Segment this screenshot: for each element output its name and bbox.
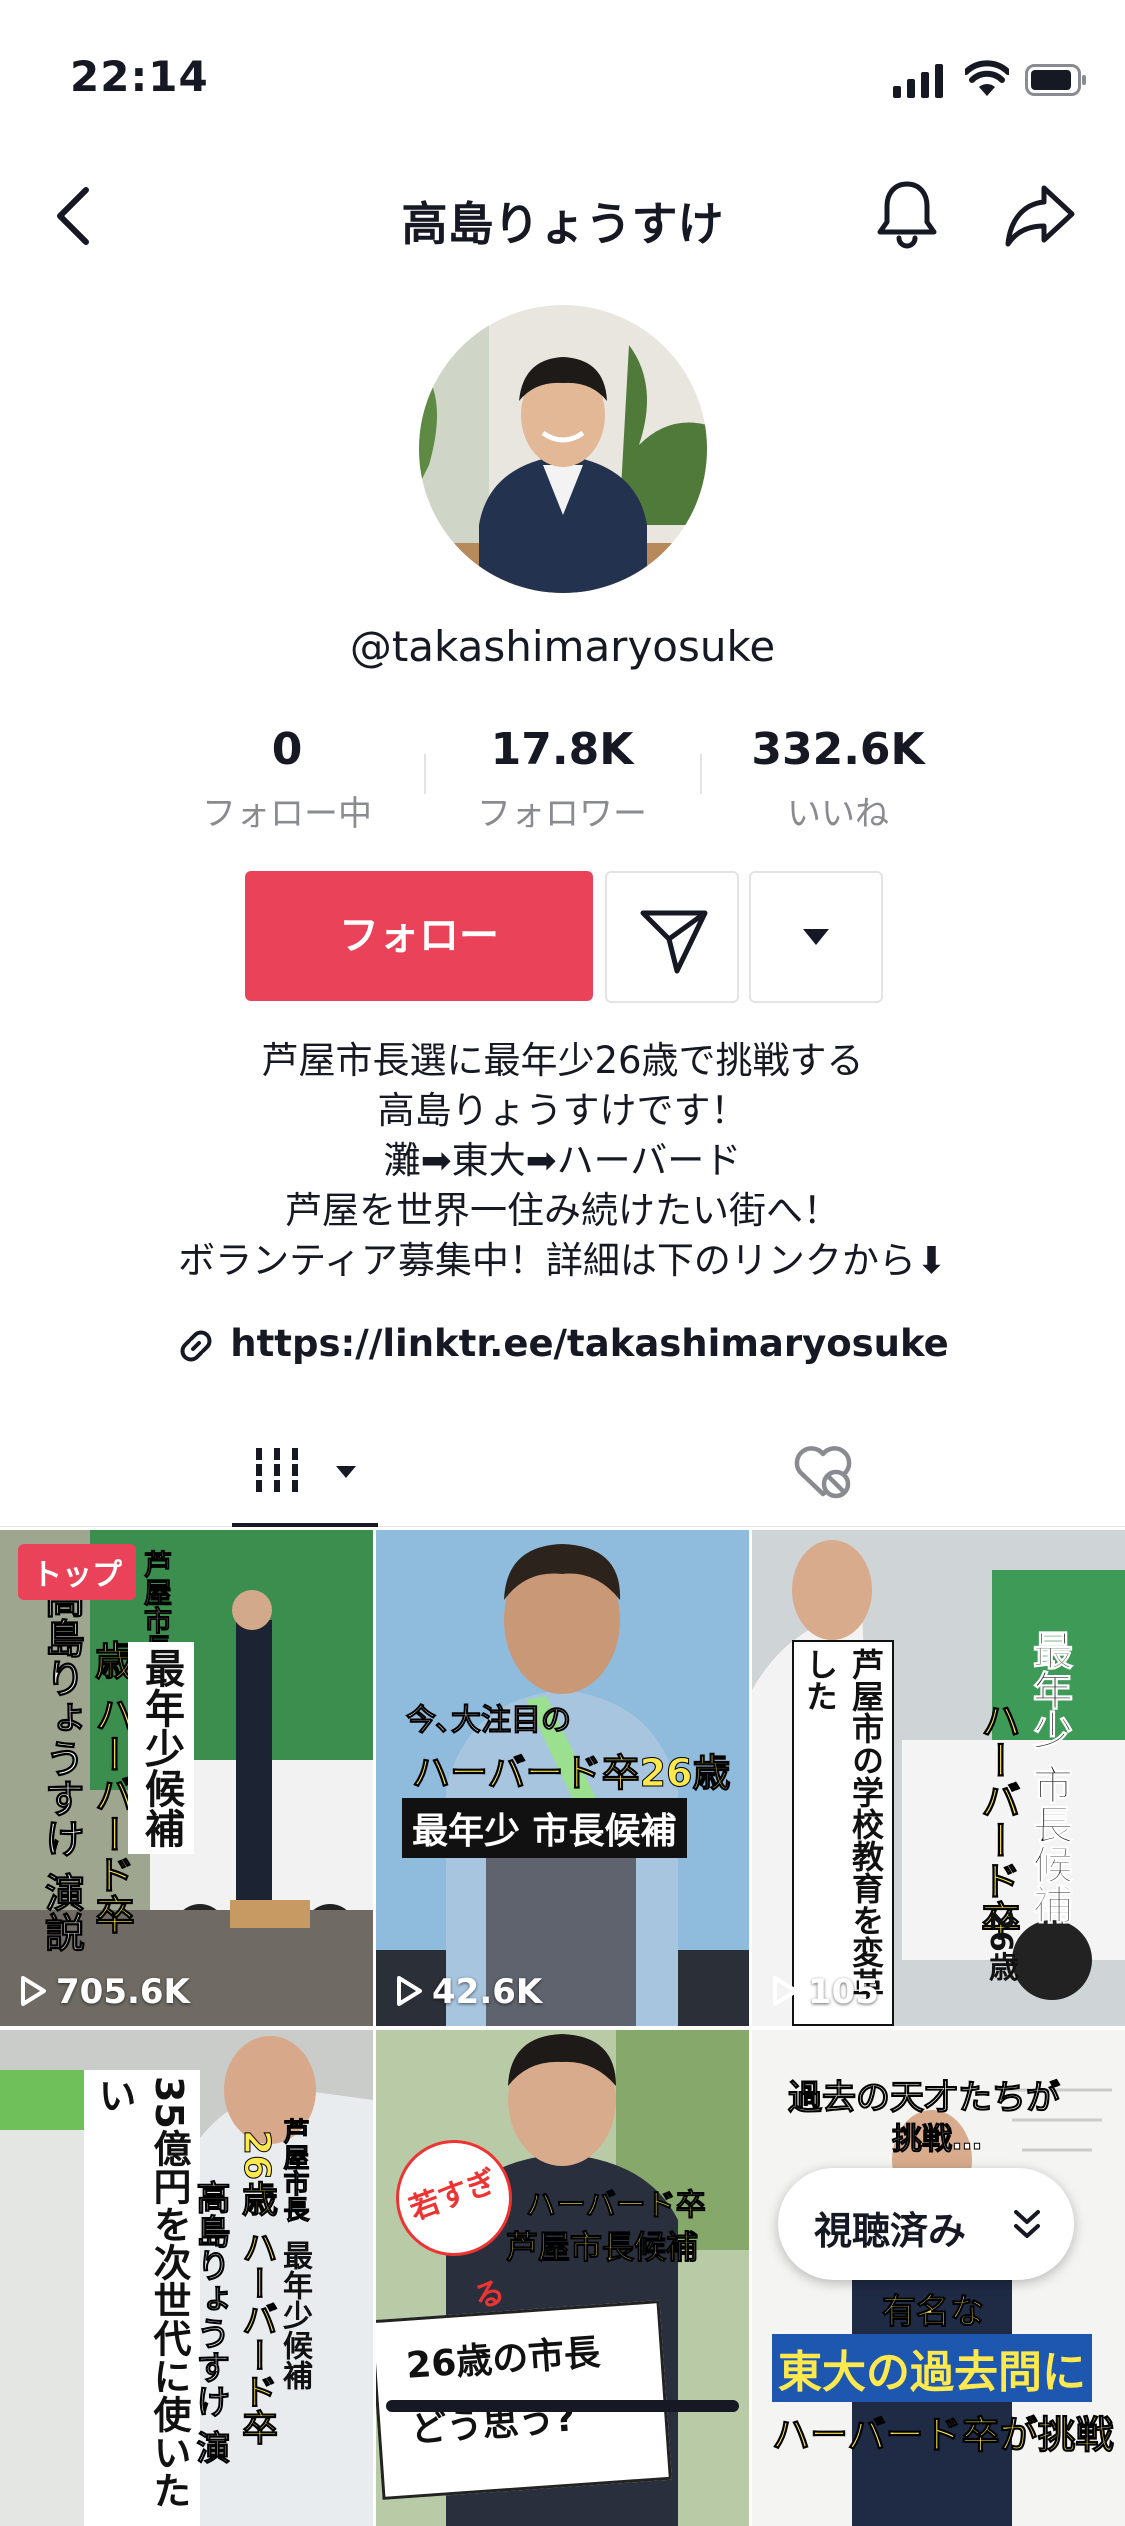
suggested-accounts-button[interactable] (749, 871, 883, 1003)
tab-active-indicator (232, 1523, 378, 1527)
view-count-value: 705.6K (56, 1972, 190, 2012)
status-time: 22:14 (70, 52, 209, 101)
bio-line: ボランティア募集中！詳細は下のリンクから⬇ (178, 1239, 947, 1282)
overlay-text: 東大の過去問に (772, 2334, 1092, 2402)
view-count: 705.6K (18, 1972, 190, 2012)
bio-link[interactable]: https://linktr.ee/takashimaryosuke (0, 1322, 1125, 1366)
page-title: 高島りょうすけ (401, 197, 724, 251)
video-thumbnail[interactable]: 若すぎる ハーバード卒 芦屋市長候補 26歳の市長 どう思う? (376, 2030, 749, 2526)
play-icon (397, 1976, 422, 2006)
caret-down-icon (803, 929, 829, 945)
battery-icon (1025, 64, 1086, 96)
stat-label: いいね (787, 794, 889, 834)
overlay-text: 35億円を次世代に使いたい (84, 2070, 200, 2526)
profile-stats: 0 フォロー中 17.8K フォロワー 332.6K いいね (0, 720, 1125, 840)
share-icon[interactable] (1004, 182, 1076, 248)
bell-icon[interactable] (874, 178, 940, 250)
stat-label: フォロワー (477, 794, 647, 834)
view-count: 42.6K (394, 1972, 542, 2012)
overlay-text: ハーバード卒 (526, 2188, 707, 2224)
bio-line: 灘➡東大➡ハーバード (383, 1139, 742, 1182)
liked-videos-hidden-icon[interactable] (790, 1440, 856, 1502)
bio-link-text: https://linktr.ee/takashimaryosuke (230, 1322, 949, 1365)
message-button[interactable] (605, 871, 739, 1003)
overlay-text: 最年少 市長候補 (402, 1798, 687, 1858)
cellular-signal-icon (893, 64, 943, 98)
view-count-value: 105 (808, 1972, 879, 2012)
watched-filter-button[interactable]: 視聴済み (778, 2168, 1074, 2280)
stat-following[interactable]: 0 フォロー中 (157, 720, 417, 835)
wifi-icon (965, 60, 1009, 96)
overlay-text: どう思う? (409, 2398, 577, 2451)
overlay-text: 最年少候補 (277, 2240, 312, 2390)
profile-handle: @takashimaryosuke (349, 622, 776, 671)
video-thumbnail[interactable]: 芦屋市の学校教育を変革した 最年少 市長候補 ハーバード卒 26歳 105 (752, 1530, 1125, 2026)
bio-line: 芦屋を世界一住み続けたい街へ！ (285, 1189, 840, 1232)
view-count-value: 42.6K (432, 1972, 543, 2012)
stat-divider (424, 754, 426, 794)
status-bar: 22:14 (0, 0, 1125, 150)
follow-button[interactable]: フォロー (245, 871, 593, 1001)
overlay-text: 有名な (882, 2292, 985, 2333)
stat-divider (700, 754, 702, 794)
view-count: 105 (770, 1972, 879, 2012)
avatar-photo (419, 305, 707, 593)
overlay-text: ハーバード卒 (974, 1700, 1021, 1941)
video-thumbnail[interactable]: 高島りょうすけ 演説 歳 ハーバード卒 芦屋市長 最年少候補 トップ 705.6… (0, 1530, 373, 2026)
overlay-text: 芦屋市の学校教育を変革した (792, 1640, 894, 2026)
overlay-text: 今､大注目の (406, 1703, 572, 1739)
video-thumbnail[interactable]: 今､大注目の ハーバード卒26歳 最年少 市長候補 42.6K (376, 1530, 749, 2026)
overlay-text: 過去の天才たちが (788, 2078, 1061, 2119)
profile-header: 高島りょうすけ (0, 160, 1125, 270)
overlay-text: 26歳 (983, 1910, 1018, 1982)
overlay-text: 最年少 市長候補 (1026, 1630, 1073, 1925)
pinned-top-badge: トップ (18, 1544, 136, 1600)
bio-line: 芦屋市長選に最年少26歳で挑戦する (261, 1039, 864, 1082)
stat-likes[interactable]: 332.6K いいね (708, 720, 968, 835)
bio-line: 高島りょうすけです！ (377, 1089, 748, 1132)
avatar[interactable] (419, 305, 707, 593)
overlay-text: 芦屋市長候補 (505, 2228, 699, 2267)
overlay-text: ハーバード卒が挑戦 (772, 2413, 1115, 2458)
stat-value: 332.6K (751, 724, 925, 775)
profile-bio: 芦屋市長選に最年少26歳で挑戦する 高島りょうすけです！ 灘➡東大➡ハーバード … (60, 1036, 1065, 1286)
videos-grid-icon (250, 1448, 356, 1492)
play-icon (21, 1976, 46, 2006)
watched-label: 視聴済み (814, 2209, 967, 2253)
double-chevron-down-icon (1014, 2210, 1040, 2238)
play-icon (773, 1976, 798, 2006)
overlay-text: 高島りょうすけ 演 (190, 2180, 231, 2465)
overlay-text: 挑戦… (892, 2122, 983, 2158)
overlay-text: ハーバード卒26歳 (412, 1751, 732, 1796)
stat-label: フォロー中 (202, 794, 372, 834)
video-thumbnail[interactable]: 35億円を次世代に使いたい 芦屋市長 26歳 ハーバード卒 最年少候補 高島りょ… (0, 2030, 373, 2526)
overlay-text: 最年少候補 (128, 1642, 194, 1854)
stat-value: 17.8K (490, 724, 634, 775)
profile-tabs (0, 1420, 1125, 1527)
home-indicator (386, 2400, 739, 2412)
stat-followers[interactable]: 17.8K フォロワー (432, 720, 692, 835)
tab-videos[interactable] (232, 1440, 380, 1526)
send-message-icon (640, 910, 708, 974)
overlay-text: 26歳の市長 (404, 2332, 602, 2387)
link-icon (180, 1330, 212, 1361)
stat-value: 0 (271, 724, 303, 775)
